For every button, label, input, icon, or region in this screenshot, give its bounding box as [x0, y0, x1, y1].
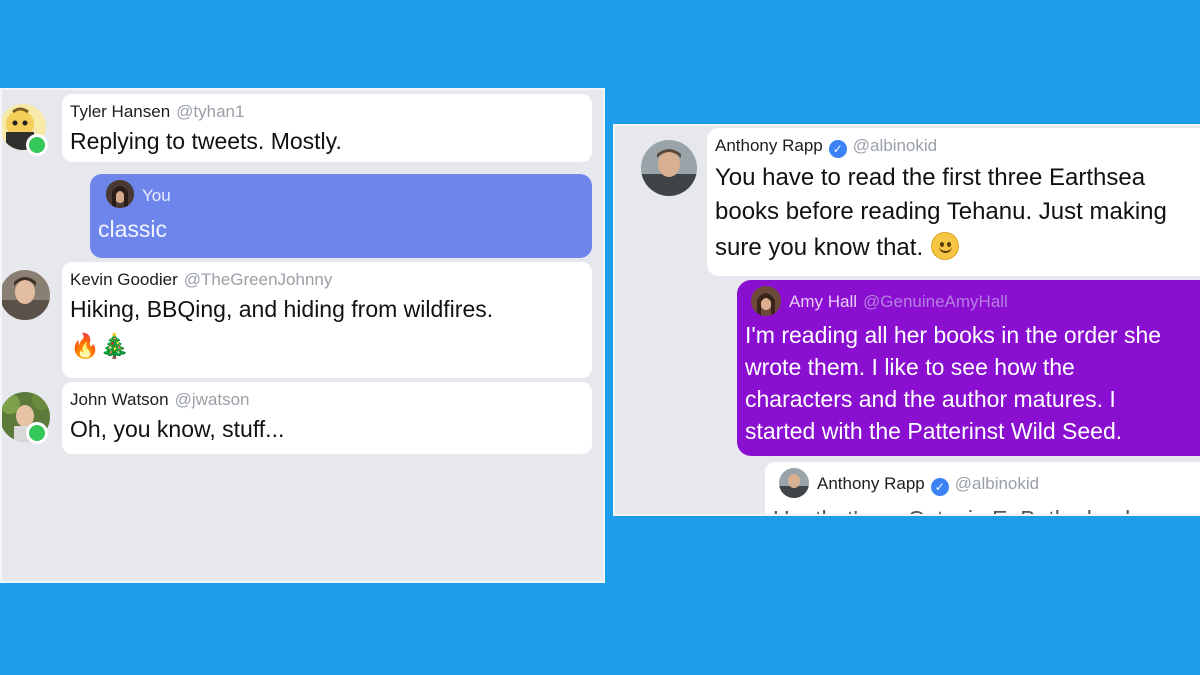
- profile-photo-icon: [751, 286, 781, 316]
- message-line-2: wrote them. I like to see how the: [745, 354, 1075, 380]
- message-line-2: books before reading Tehanu. Just making: [715, 198, 1167, 225]
- message-text: classic: [98, 216, 168, 242]
- sender-handle[interactable]: @tyhan1: [176, 102, 244, 121]
- message-text-partial: Um that's an Octavia E. Butler book: [773, 506, 1137, 514]
- message-line-1: I'm reading all her books in the order s…: [745, 322, 1162, 348]
- left-chat-panel: Tyler Hansen @tyhan1 Replying to tweets. …: [0, 88, 605, 583]
- sender-name[interactable]: John Watson: [70, 390, 169, 409]
- message-line-3: sure you know that.: [715, 232, 960, 262]
- amy-avatar: [751, 286, 781, 316]
- profile-photo-icon: [641, 140, 697, 196]
- you-message-bubble[interactable]: You classic: [90, 174, 592, 258]
- profile-photo-icon: [106, 180, 134, 208]
- message-text: Hiking, BBQing, and hiding from wildfire…: [70, 296, 494, 322]
- john-message-bubble[interactable]: John Watson @jwatson Oh, you know, stuff.…: [62, 382, 592, 454]
- slightly-smiling-face-icon: [931, 232, 960, 260]
- sender-handle[interactable]: @jwatson: [175, 390, 250, 409]
- sender-name[interactable]: Tyler Hansen: [70, 102, 170, 121]
- profile-photo-icon: [2, 270, 50, 320]
- message-line-1: You have to read the first three Earthse…: [715, 164, 1146, 191]
- message-line-4: started with the Patterinst Wild Seed.: [745, 418, 1123, 444]
- verified-badge-icon: ✓: [930, 478, 949, 496]
- sender-name[interactable]: Anthony Rapp: [817, 474, 925, 493]
- sender-name: You: [142, 186, 171, 205]
- anthony-reply-bubble[interactable]: Anthony Rapp ✓ @albinokid Um that's an Oct…: [765, 462, 1200, 514]
- message-line-3-text: sure you know that.: [715, 234, 924, 261]
- sender-name[interactable]: Kevin Goodier: [70, 270, 178, 289]
- sender-name[interactable]: Anthony Rapp: [715, 136, 823, 155]
- message-text: Oh, you know, stuff...: [70, 416, 285, 442]
- sender-handle[interactable]: @GenuineAmyHall: [863, 292, 1008, 311]
- anthony-avatar[interactable]: [641, 140, 697, 196]
- sender-handle[interactable]: @TheGreenJohnny: [184, 270, 333, 289]
- amy-message-bubble[interactable]: Amy Hall @GenuineAmyHall I'm reading all …: [737, 280, 1200, 456]
- verified-badge-icon: ✓: [828, 140, 847, 158]
- message-line-3: characters and the author matures. I: [745, 386, 1116, 412]
- kevin-avatar[interactable]: [2, 270, 50, 320]
- anthony-reply-avatar: [779, 468, 809, 498]
- you-avatar: [106, 180, 134, 208]
- message-text: Replying to tweets. Mostly.: [70, 128, 342, 154]
- john-online-indicator: [26, 422, 48, 444]
- right-chat-panel: Anthony Rapp ✓ @albinokid You have to read…: [613, 124, 1200, 516]
- tyler-message-bubble[interactable]: Tyler Hansen @tyhan1 Replying to tweets. …: [62, 94, 592, 162]
- profile-photo-icon: [779, 468, 809, 498]
- kevin-message-bubble[interactable]: Kevin Goodier @TheGreenJohnny Hiking, BBQ…: [62, 262, 592, 378]
- emoji-text: 🔥🎄: [70, 333, 130, 360]
- sender-handle[interactable]: @albinokid: [955, 474, 1039, 493]
- tyler-online-indicator: [26, 134, 48, 156]
- anthony-message-bubble[interactable]: Anthony Rapp ✓ @albinokid You have to read…: [707, 128, 1200, 276]
- sender-name[interactable]: Amy Hall: [789, 292, 857, 311]
- sender-handle[interactable]: @albinokid: [853, 136, 937, 155]
